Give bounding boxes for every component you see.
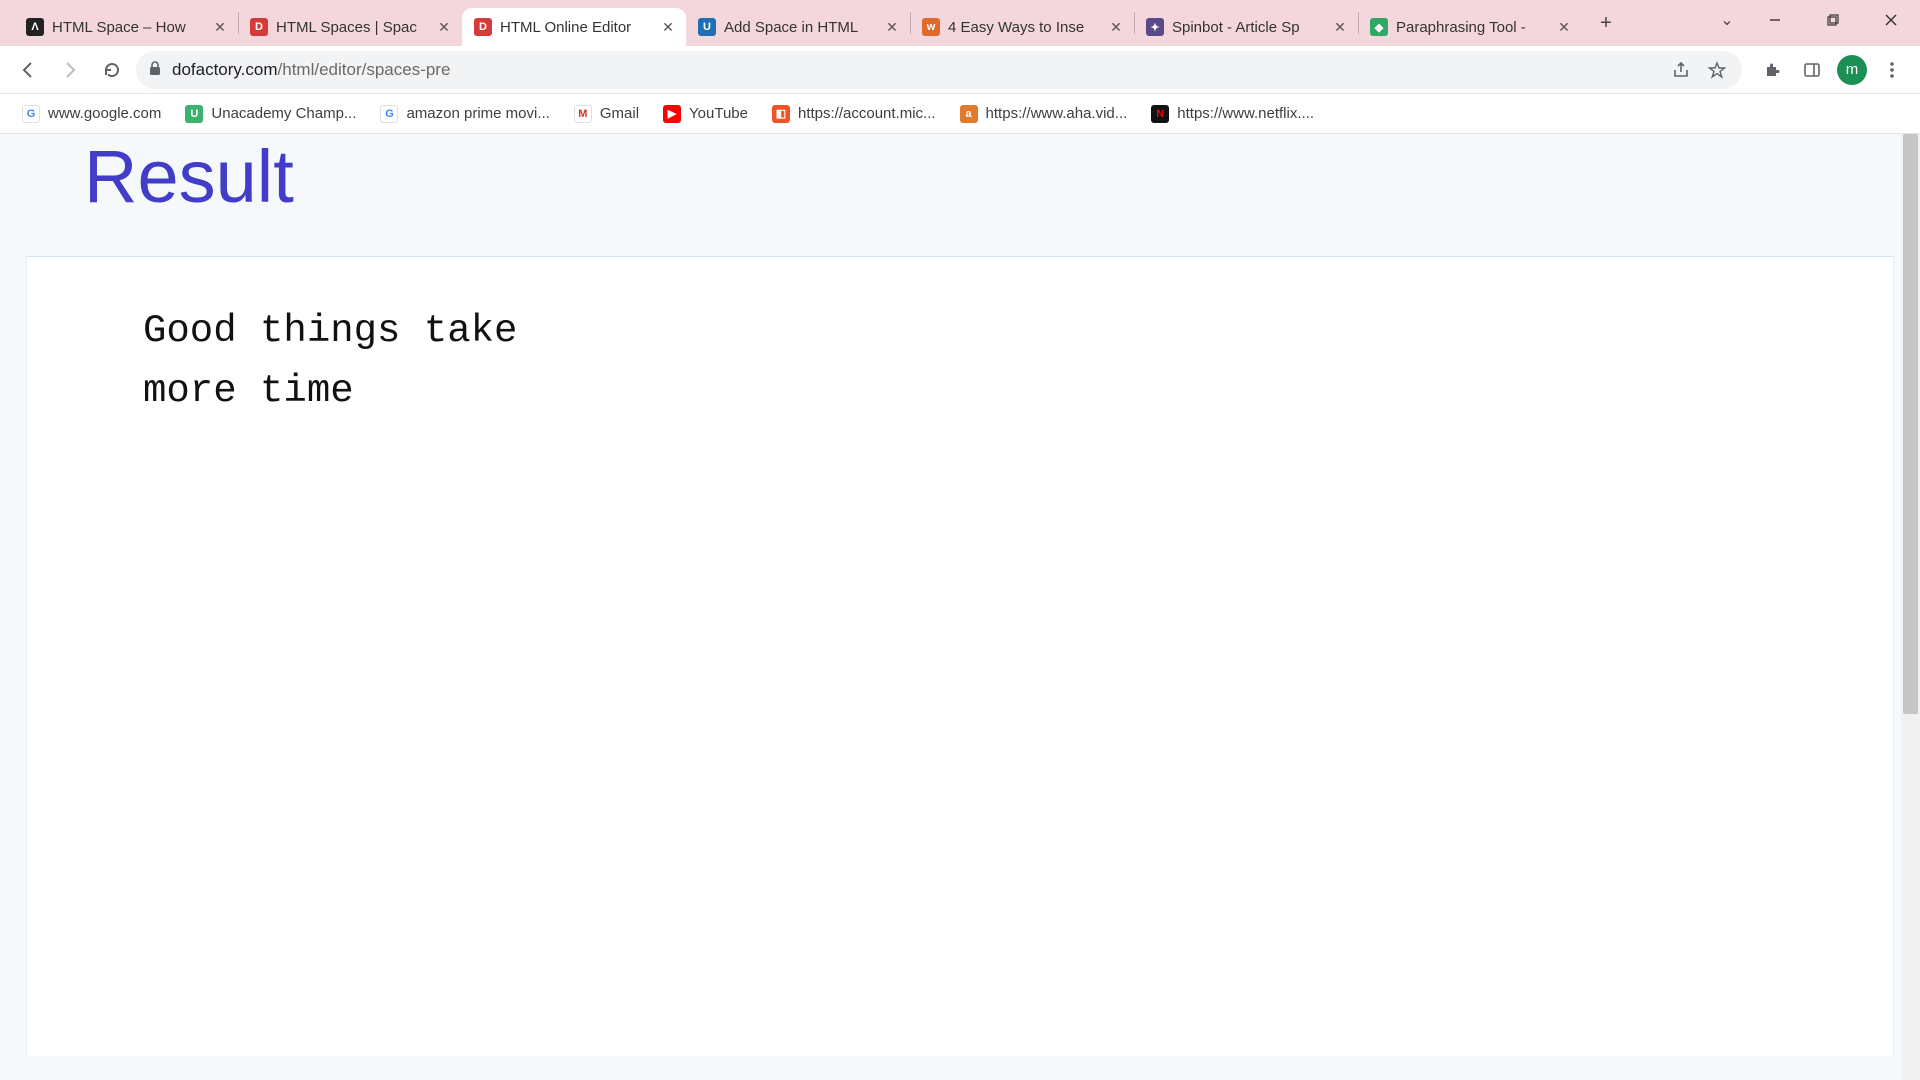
bookmark-star-button[interactable] xyxy=(1704,61,1730,79)
maximize-button[interactable] xyxy=(1804,0,1862,40)
tab-4[interactable]: w 4 Easy Ways to Inse ✕ xyxy=(910,8,1134,46)
bookmark-label: https://www.aha.vid... xyxy=(986,105,1128,122)
arrow-right-icon xyxy=(60,60,80,80)
browser-tabstrip: Λ HTML Space – How ✕ D HTML Spaces | Spa… xyxy=(0,0,1920,46)
url-text: dofactory.com/html/editor/spaces-pre xyxy=(172,60,1658,80)
sidepanel-button[interactable] xyxy=(1794,52,1830,88)
close-window-button[interactable] xyxy=(1862,0,1920,40)
bookmark-icon: ▶ xyxy=(663,105,681,123)
close-icon[interactable]: ✕ xyxy=(1332,19,1348,35)
bookmark-item[interactable]: a https://www.aha.vid... xyxy=(950,98,1138,130)
menu-button[interactable] xyxy=(1874,52,1910,88)
star-icon xyxy=(1708,61,1726,79)
tab-label: HTML Spaces | Spac xyxy=(276,19,428,36)
window-controls: ⌄ xyxy=(1708,0,1920,40)
favicon-icon: ✦ xyxy=(1146,18,1164,36)
tab-label: Add Space in HTML xyxy=(724,19,876,36)
toolbar-right: m xyxy=(1754,52,1910,88)
bookmark-item[interactable]: ▶ YouTube xyxy=(653,98,758,130)
share-icon xyxy=(1672,61,1690,79)
bookmarks-bar: G www.google.com U Unacademy Champ... G … xyxy=(0,94,1920,134)
reload-icon xyxy=(102,60,122,80)
close-icon[interactable]: ✕ xyxy=(660,19,676,35)
result-header: Result xyxy=(0,134,1920,236)
vertical-scrollbar[interactable] xyxy=(1901,134,1920,1080)
favicon-icon: D xyxy=(250,18,268,36)
kebab-icon xyxy=(1883,61,1901,79)
bookmark-icon: G xyxy=(22,105,40,123)
bookmark-label: Gmail xyxy=(600,105,639,122)
bookmark-label: amazon prime movi... xyxy=(406,105,549,122)
tab-5[interactable]: ✦ Spinbot - Article Sp ✕ xyxy=(1134,8,1358,46)
bookmark-label: YouTube xyxy=(689,105,748,122)
back-button[interactable] xyxy=(10,52,46,88)
close-icon[interactable]: ✕ xyxy=(1556,19,1572,35)
tab-2-active[interactable]: D HTML Online Editor ✕ xyxy=(462,8,686,46)
minimize-button[interactable] xyxy=(1746,0,1804,40)
tab-0[interactable]: Λ HTML Space – How ✕ xyxy=(14,8,238,46)
bookmark-icon: a xyxy=(960,105,978,123)
bookmark-label: Unacademy Champ... xyxy=(211,105,356,122)
bookmark-label: https://account.mic... xyxy=(798,105,936,122)
address-bar[interactable]: dofactory.com/html/editor/spaces-pre xyxy=(136,51,1742,89)
result-heading: Result xyxy=(84,134,1920,216)
panel-icon xyxy=(1803,61,1821,79)
bookmark-icon: G xyxy=(380,105,398,123)
url-path: /html/editor/spaces-pre xyxy=(278,60,451,79)
favicon-icon: U xyxy=(698,18,716,36)
reload-button[interactable] xyxy=(94,52,130,88)
close-icon xyxy=(1885,14,1897,26)
extensions-button[interactable] xyxy=(1754,52,1790,88)
bookmark-item[interactable]: M Gmail xyxy=(564,98,649,130)
bookmark-item[interactable]: G www.google.com xyxy=(12,98,171,130)
tab-6[interactable]: ◆ Paraphrasing Tool - ✕ xyxy=(1358,8,1582,46)
share-button[interactable] xyxy=(1668,61,1694,79)
puzzle-icon xyxy=(1763,61,1781,79)
tab-1[interactable]: D HTML Spaces | Spac ✕ xyxy=(238,8,462,46)
bookmark-icon: N xyxy=(1151,105,1169,123)
maximize-icon xyxy=(1827,14,1839,26)
result-output-panel: Good things take more time xyxy=(26,256,1894,1056)
bookmark-item[interactable]: N https://www.netflix.... xyxy=(1141,98,1324,130)
tab-label: 4 Easy Ways to Inse xyxy=(948,19,1100,36)
tab-label: Paraphrasing Tool - xyxy=(1396,19,1548,36)
tab-label: HTML Online Editor xyxy=(500,19,652,36)
arrow-left-icon xyxy=(18,60,38,80)
forward-button[interactable] xyxy=(52,52,88,88)
url-host: dofactory.com xyxy=(172,60,278,79)
tab-label: HTML Space – How xyxy=(52,19,204,36)
minimize-icon xyxy=(1769,14,1781,26)
favicon-icon: D xyxy=(474,18,492,36)
bookmark-label: www.google.com xyxy=(48,105,161,122)
profile-button[interactable]: m xyxy=(1834,52,1870,88)
tabs-container: Λ HTML Space – How ✕ D HTML Spaces | Spa… xyxy=(14,0,1622,46)
close-icon[interactable]: ✕ xyxy=(436,19,452,35)
tab-3[interactable]: U Add Space in HTML ✕ xyxy=(686,8,910,46)
favicon-icon: w xyxy=(922,18,940,36)
new-tab-button[interactable]: + xyxy=(1590,7,1622,39)
lock-icon xyxy=(148,60,162,79)
close-icon[interactable]: ✕ xyxy=(884,19,900,35)
bookmark-item[interactable]: U Unacademy Champ... xyxy=(175,98,366,130)
page-viewport: Result Good things take more time xyxy=(0,134,1920,1080)
bookmark-icon: M xyxy=(574,105,592,123)
tabs-overflow-button[interactable]: ⌄ xyxy=(1708,0,1746,40)
bookmark-item[interactable]: ◧ https://account.mic... xyxy=(762,98,946,130)
browser-toolbar: dofactory.com/html/editor/spaces-pre m xyxy=(0,46,1920,94)
avatar: m xyxy=(1837,55,1867,85)
bookmark-icon: ◧ xyxy=(772,105,790,123)
close-icon[interactable]: ✕ xyxy=(1108,19,1124,35)
favicon-icon: Λ xyxy=(26,18,44,36)
bookmark-icon: U xyxy=(185,105,203,123)
bookmark-item[interactable]: G amazon prime movi... xyxy=(370,98,559,130)
favicon-icon: ◆ xyxy=(1370,18,1388,36)
tab-label: Spinbot - Article Sp xyxy=(1172,19,1324,36)
close-icon[interactable]: ✕ xyxy=(212,19,228,35)
scrollbar-thumb[interactable] xyxy=(1903,134,1918,714)
bookmark-label: https://www.netflix.... xyxy=(1177,105,1314,122)
pre-formatted-text: Good things take more time xyxy=(143,301,1833,422)
